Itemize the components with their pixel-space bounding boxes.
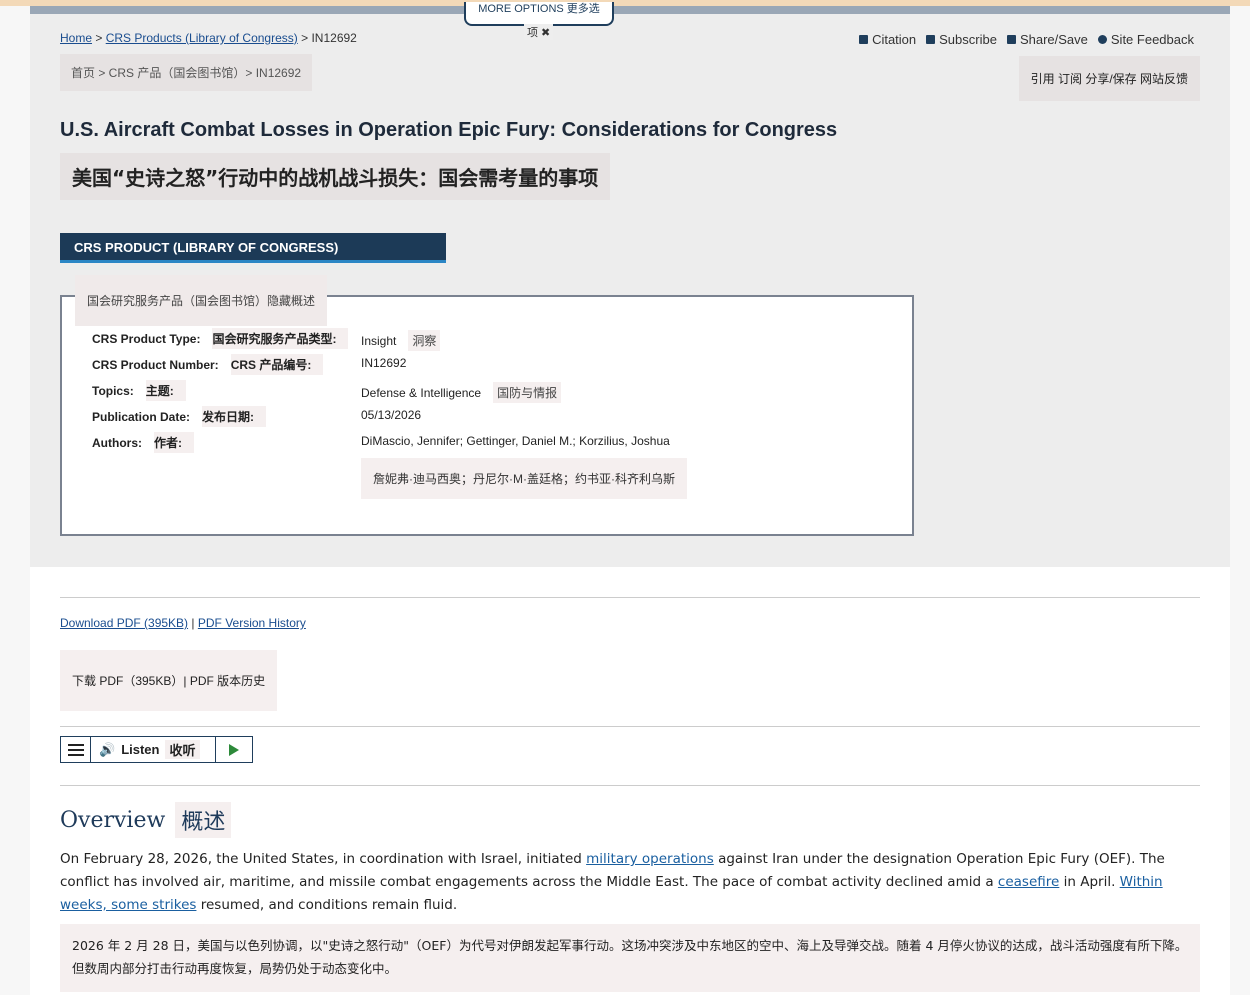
share-icon — [1006, 35, 1016, 44]
pdf-links-translation: 下载 PDF（395KB）| PDF 版本历史 — [60, 650, 278, 711]
menu-icon — [67, 743, 84, 756]
overview-text: in April. — [1059, 874, 1120, 890]
product-type-row: CRS Product Type: 国会研究服务产品类型: — [92, 328, 349, 349]
breadcrumb-crs-products-link[interactable]: CRS Products (Library of Congress) — [106, 31, 298, 45]
document-header-area: MORE OPTIONS 更多选 项 ✖ Home > CRS Products… — [30, 2, 1230, 567]
publication-date-row: Publication Date: 发布日期: — [92, 406, 267, 427]
envelope-icon — [926, 35, 936, 44]
pdf-links: Download PDF (395KB) | PDF Version Histo… — [60, 616, 306, 630]
overview-title-translation: 概述 — [175, 802, 232, 838]
authors-value-translation: 詹妮弗·迪马西奥；丹尼尔·M·盖廷格；约书亚·科齐利乌斯 — [361, 458, 687, 499]
publication-date-value: 05/13/2026 — [361, 408, 422, 422]
product-number-value: IN12692 — [361, 356, 407, 370]
page-title-translation: 美国“史诗之怒”行动中的战机战斗损失：国会需考量的事项 — [60, 153, 611, 200]
military-operations-link[interactable]: military operations — [586, 851, 714, 867]
more-options-translation: 项 ✖ — [524, 24, 554, 40]
listen-button[interactable]: 🔊 Listen 收听 — [91, 737, 216, 762]
authors-row: Authors: 作者: — [92, 432, 194, 453]
citation-label: Citation — [872, 32, 917, 47]
citation-icon — [859, 35, 869, 44]
chat-bubble-icon — [1097, 35, 1107, 44]
share-save-label: Share/Save — [1019, 32, 1088, 47]
crs-product-toggle[interactable]: CRS PRODUCT (LIBRARY OF CONGRESS) — [60, 233, 446, 263]
play-icon — [229, 743, 239, 756]
overview-paragraph: On February 28, 2026, the United States,… — [60, 848, 1205, 917]
share-save-link[interactable]: Share/Save — [1006, 32, 1088, 47]
pdf-separator: | — [188, 616, 198, 630]
more-options-button[interactable]: MORE OPTIONS 更多选 — [464, 2, 614, 26]
product-type-value: Insight 洞察 — [361, 330, 441, 351]
page-title: U.S. Aircraft Combat Losses in Operation… — [60, 119, 838, 141]
ceasefire-link[interactable]: ceasefire — [998, 874, 1059, 890]
publication-date-label: Publication Date: — [92, 409, 191, 424]
download-pdf-link[interactable]: Download PDF (395KB) — [60, 616, 188, 630]
breadcrumb-separator: > — [297, 31, 312, 45]
authors-value: DiMascio, Jennifer; Gettinger, Daniel M.… — [361, 434, 670, 448]
product-number-row: CRS Product Number: CRS 产品编号: — [92, 354, 324, 375]
topics-label-translation: 主题: — [145, 380, 186, 401]
product-info-box: CRS Product Type: 国会研究服务产品类型: Insight 洞察… — [60, 295, 914, 536]
product-number-label-translation: CRS 产品编号: — [230, 354, 324, 375]
breadcrumb-translation: 首页 > CRS 产品（国会图书馆）> IN12692 — [60, 54, 313, 91]
header-bar — [30, 6, 1230, 14]
site-feedback-label: Site Feedback — [1110, 32, 1194, 47]
authors-label-translation: 作者: — [154, 432, 194, 453]
listen-player: 🔊 Listen 收听 — [60, 736, 253, 763]
citation-link[interactable]: Citation — [859, 32, 916, 47]
product-number-label: CRS Product Number: — [92, 357, 219, 372]
overview-paragraph-translation: 2026 年 2 月 28 日，美国与以色列协调，以"史诗之怒行动"（OEF）为… — [60, 924, 1200, 992]
product-type-label: CRS Product Type: — [92, 331, 201, 346]
subscribe-link[interactable]: Subscribe — [926, 32, 997, 47]
topics-row: Topics: 主题: — [92, 380, 186, 401]
page: MORE OPTIONS 更多选 项 ✖ Home > CRS Products… — [30, 2, 1230, 995]
divider — [60, 726, 1200, 727]
product-type-value-translation: 洞察 — [408, 330, 441, 351]
listen-label-translation: 收听 — [165, 740, 200, 759]
page-tools: Citation Subscribe Share/Save Site Feedb… — [859, 32, 1194, 47]
summary-toggle-translation[interactable]: 国会研究服务产品（国会图书馆）隐藏概述 — [75, 275, 328, 326]
publication-date-label-translation: 发布日期: — [202, 406, 267, 427]
overview-text: resumed, and conditions remain fluid. — [196, 897, 458, 913]
breadcrumb-home-link[interactable]: Home — [60, 31, 92, 45]
listen-menu-button[interactable] — [61, 737, 91, 762]
topics-value: Defense & Intelligence 国防与情报 — [361, 382, 562, 403]
page-tools-translation: 引用 订阅 分享/保存 网站反馈 — [1018, 56, 1200, 101]
subscribe-label: Subscribe — [939, 32, 997, 47]
overview-text: On February 28, 2026, the United States,… — [60, 851, 587, 867]
product-type-label-translation: 国会研究服务产品类型: — [212, 328, 349, 349]
topics-value-translation: 国防与情报 — [493, 382, 562, 403]
overview-title: Overview — [60, 807, 166, 833]
divider — [60, 597, 1200, 598]
product-type-text: Insight — [361, 333, 397, 348]
breadcrumb-current: IN12692 — [311, 31, 357, 45]
breadcrumb: Home > CRS Products (Library of Congress… — [60, 31, 357, 45]
overview-heading: Overview 概述 — [60, 802, 232, 838]
breadcrumb-separator: > — [92, 31, 106, 45]
divider — [60, 785, 1200, 786]
play-button[interactable] — [216, 737, 252, 762]
topics-label: Topics: — [92, 383, 134, 398]
speaker-icon: 🔊 — [99, 741, 116, 757]
listen-label: Listen — [121, 742, 160, 757]
site-feedback-link[interactable]: Site Feedback — [1097, 32, 1194, 47]
topics-text: Defense & Intelligence — [361, 385, 482, 400]
authors-label: Authors: — [92, 435, 142, 450]
pdf-version-history-link[interactable]: PDF Version History — [198, 616, 306, 630]
